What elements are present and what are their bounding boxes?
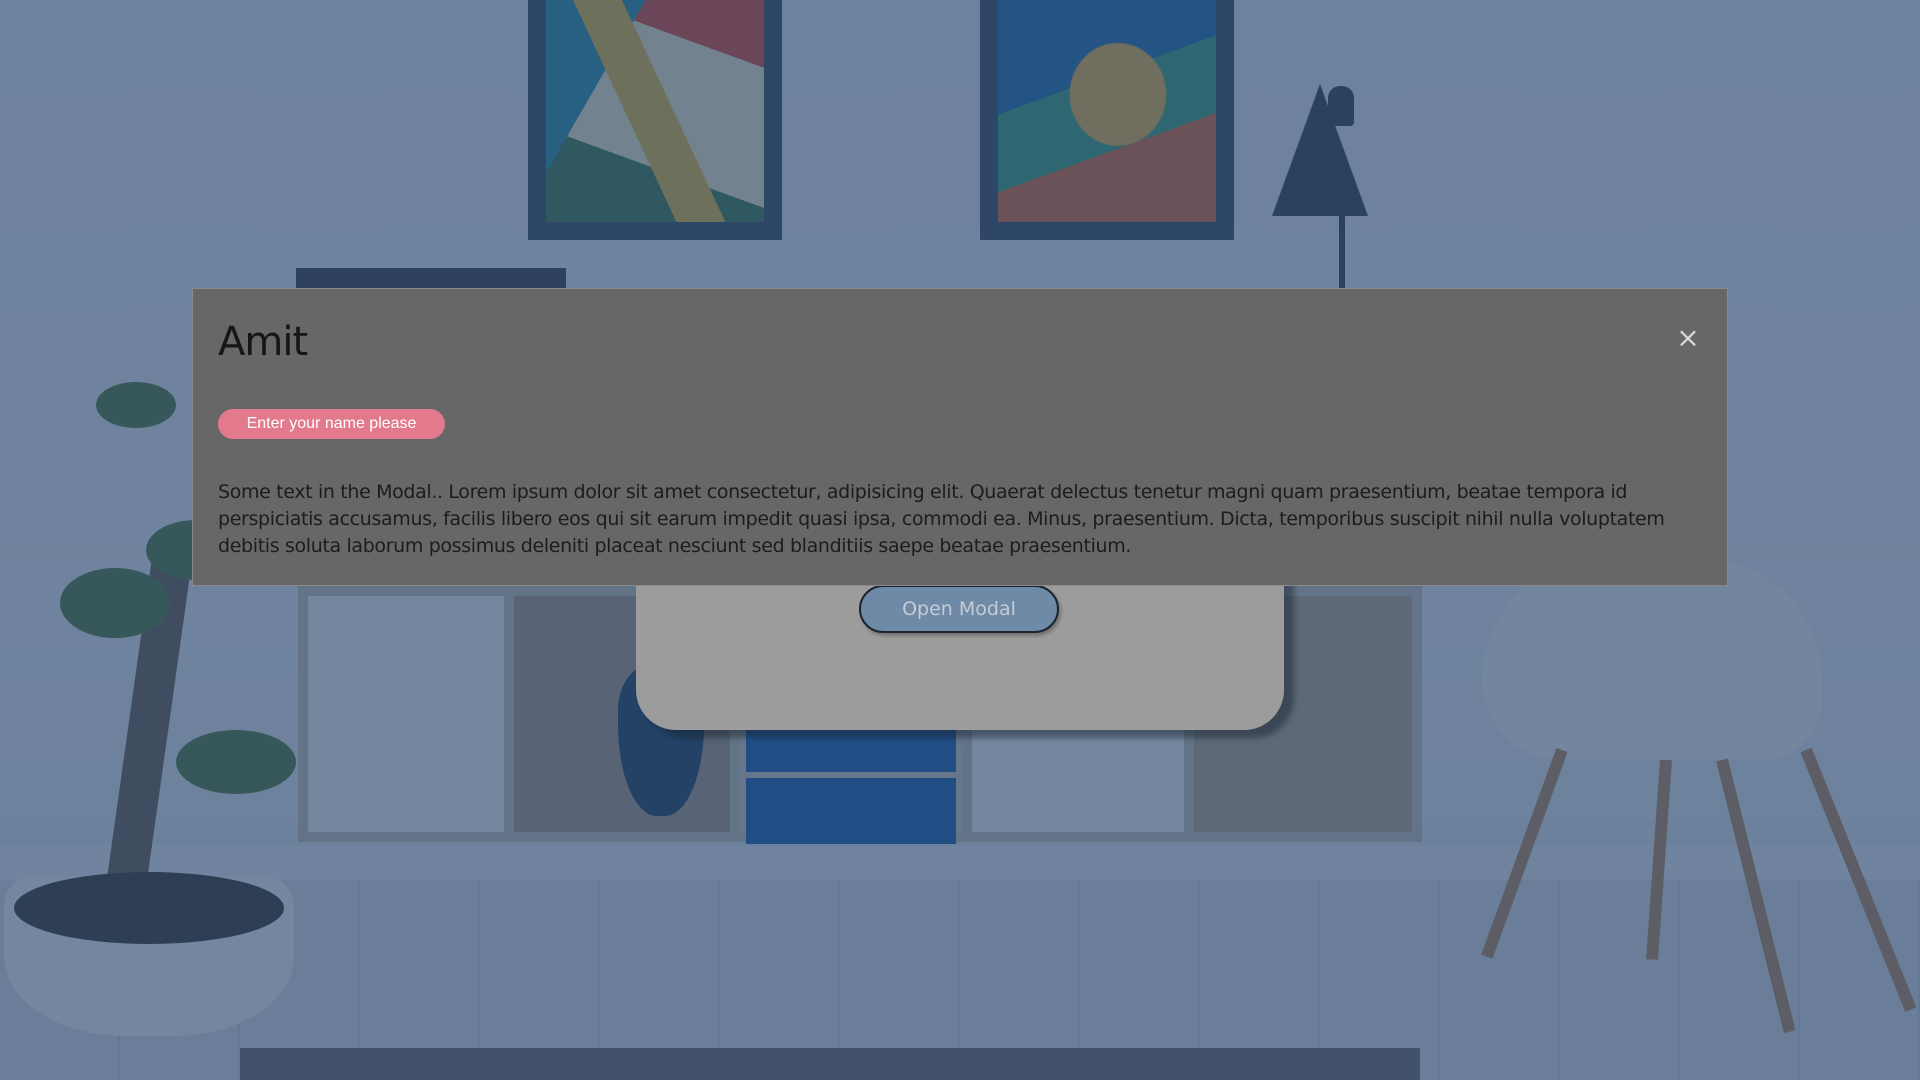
modal-title: Amit — [218, 319, 308, 365]
open-modal-button[interactable]: Open Modal — [859, 585, 1059, 633]
enter-name-button[interactable]: Enter your name please — [218, 409, 445, 439]
modal-dialog: Amit × Enter your name please Some text … — [192, 288, 1728, 586]
close-icon[interactable]: × — [1675, 324, 1701, 352]
page: Open Modal Amit × Enter your name please… — [0, 0, 1920, 1080]
modal-body-text: Some text in the Modal.. Lorem ipsum dol… — [218, 481, 1665, 557]
